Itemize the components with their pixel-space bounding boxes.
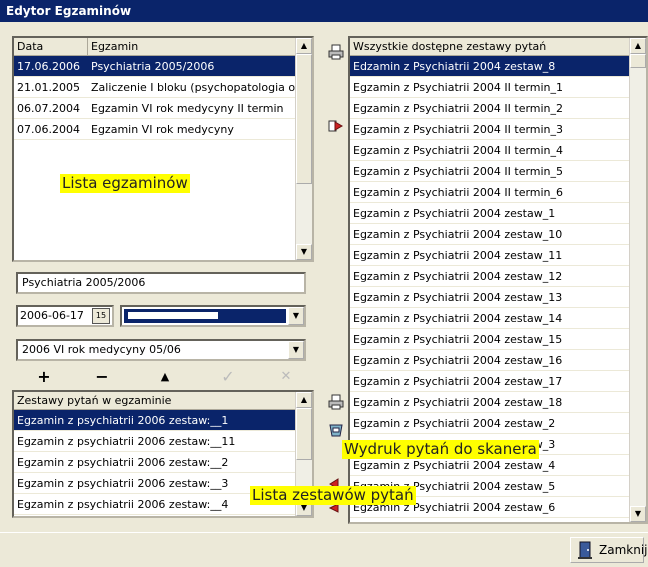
print-button[interactable] [324, 44, 348, 66]
list-item[interactable]: Egzamin z Psychiatrii 2004 II termin_3 [350, 119, 630, 140]
chevron-down-icon[interactable]: ▼ [288, 307, 304, 325]
print-sets-button[interactable] [324, 394, 348, 416]
printer-icon [328, 44, 344, 60]
calendar-icon: 15 [95, 311, 107, 320]
scroll-thumb[interactable] [630, 54, 646, 68]
door-icon [578, 541, 592, 559]
scroll-up-button[interactable]: ▲ [296, 392, 312, 408]
list-item[interactable]: Egzamin z Psychiatrii 2004 zestaw_10 [350, 224, 630, 245]
scanner-annotation: Wydruk pytań do skanera [342, 440, 539, 459]
table-row[interactable]: 07.06.2004 Egzamin VI rok medycyny [14, 119, 296, 140]
table-row[interactable]: 06.07.2004 Egzamin VI rok medycyny II ter… [14, 98, 296, 119]
exam-cell: Egzamin VI rok medycyny II termin [91, 102, 284, 115]
list-item[interactable]: Egzamin z Psychiatrii 2004 zestaw_14 [350, 308, 630, 329]
list-item[interactable]: Egzamin z Psychiatrii 2004 II termin_2 [350, 98, 630, 119]
scroll-thumb[interactable] [296, 54, 312, 184]
confirm-button[interactable]: ✓ [218, 368, 238, 386]
exam-cell: Egzamin VI rok medycyny [91, 123, 234, 136]
group-combo-value: 2006 VI rok medycyny 05/06 [22, 343, 181, 356]
list-item[interactable]: Egzamin z Psychiatrii 2004 II termin_4 [350, 140, 630, 161]
list-item[interactable]: Egzamin z Psychiatrii 2004 zestaw_17 [350, 371, 630, 392]
table-row[interactable]: 17.06.2006 Psychiatria 2005/2006 [14, 56, 296, 77]
time-combo[interactable]: ▼ [120, 305, 306, 327]
list-item[interactable]: Egzamin z Psychiatrii 2004 II termin_5 [350, 161, 630, 182]
sets-annotation: Lista zestawów pytań [250, 486, 416, 505]
date-value: 2006-06-17 [20, 309, 84, 322]
exams-scrollbar[interactable]: ▲ ▼ [295, 38, 312, 260]
calendar-button[interactable]: 15 [92, 308, 110, 324]
status-bar: Zamknij [0, 532, 648, 567]
scroll-thumb[interactable] [296, 408, 312, 460]
list-item[interactable]: Egzamin z psychiatrii 2006 zestaw:__1 [14, 410, 296, 431]
time-combo-selection [124, 309, 286, 323]
exams-list[interactable]: Data Egzamin 17.06.2006 Psychiatria 2005/2… [12, 36, 314, 262]
scanner-icon [329, 424, 343, 437]
move-up-button[interactable]: ▲ [155, 368, 175, 386]
remove-button[interactable]: − [92, 368, 112, 386]
move-right-button[interactable] [324, 118, 348, 140]
cancel-button[interactable]: ✕ [276, 368, 296, 386]
date-cell: 06.07.2004 [17, 102, 80, 115]
close-button[interactable]: Zamknij [570, 537, 648, 563]
time-combo-value [128, 312, 218, 319]
scroll-up-button[interactable]: ▲ [630, 38, 646, 54]
column-exam[interactable]: Egzamin [88, 38, 288, 55]
scroll-up-button[interactable]: ▲ [296, 38, 312, 54]
exam-cell: Psychiatria 2005/2006 [91, 60, 215, 73]
list-item[interactable]: Egzamin z Psychiatrii 2004 zestaw_13 [350, 287, 630, 308]
column-date[interactable]: Data [14, 38, 88, 55]
exam-name-input[interactable]: Psychiatria 2005/2006 [16, 272, 306, 294]
scroll-down-button[interactable]: ▼ [630, 506, 646, 522]
list-item[interactable]: Egzamin z Psychiatrii 2004 II termin_1 [350, 77, 630, 98]
window-title: Edytor Egzaminów [0, 0, 648, 22]
arrow-right-icon [328, 120, 344, 132]
list-item[interactable]: Egzamin z Psychiatrii 2004 zestaw_15 [350, 329, 630, 350]
group-combo[interactable]: 2006 VI rok medycyny 05/06 ▼ [16, 339, 306, 361]
exams-list-annotation: Lista egzaminów [60, 174, 190, 193]
date-cell: 21.01.2005 [17, 81, 80, 94]
list-item[interactable]: Edzamin z Psychiatrii 2004 zestaw_8 [350, 56, 630, 77]
exam-sets-header: Zestawy pytań w egzaminie [14, 392, 296, 410]
scroll-down-button[interactable]: ▼ [296, 244, 312, 260]
list-item[interactable]: Egzamin z Psychiatrii 2004 zestaw_11 [350, 245, 630, 266]
list-item[interactable]: Egzamin z Psychiatrii 2004 zestaw_2 [350, 413, 630, 434]
list-item[interactable]: Egzamin z psychiatrii 2006 zestaw:__11 [14, 431, 296, 452]
table-row[interactable]: 21.01.2005 Zaliczenie I bloku (psychopato… [14, 77, 296, 98]
exam-cell: Zaliczenie I bloku (psychopatologia og [91, 81, 296, 94]
date-cell: 17.06.2006 [17, 60, 80, 73]
printer-icon [328, 394, 344, 410]
list-item[interactable]: Egzamin z Psychiatrii 2004 zestaw_1 [350, 203, 630, 224]
chevron-down-icon[interactable]: ▼ [288, 341, 304, 359]
list-item[interactable]: Egzamin z Psychiatrii 2004 zestaw_16 [350, 350, 630, 371]
list-item[interactable]: Egzamin z Psychiatrii 2004 zestaw_18 [350, 392, 630, 413]
exams-header: Data Egzamin [14, 38, 296, 56]
list-item[interactable]: Egzamin z Psychiatrii 2004 II termin_6 [350, 182, 630, 203]
close-label: Zamknij [599, 543, 648, 557]
date-input[interactable]: 2006-06-17 15 [16, 305, 114, 327]
list-item[interactable]: Egzamin z psychiatrii 2006 zestaw:__2 [14, 452, 296, 473]
add-button[interactable]: + [34, 368, 54, 386]
list-item[interactable]: Egzamin z Psychiatrii 2004 zestaw_12 [350, 266, 630, 287]
date-cell: 07.06.2004 [17, 123, 80, 136]
all-sets-scrollbar[interactable]: ▲ ▼ [629, 38, 646, 522]
exams-rows: 17.06.2006 Psychiatria 2005/2006 21.01.200… [14, 56, 296, 140]
all-sets-header: Wszystkie dostępne zestawy pytań [350, 38, 630, 56]
